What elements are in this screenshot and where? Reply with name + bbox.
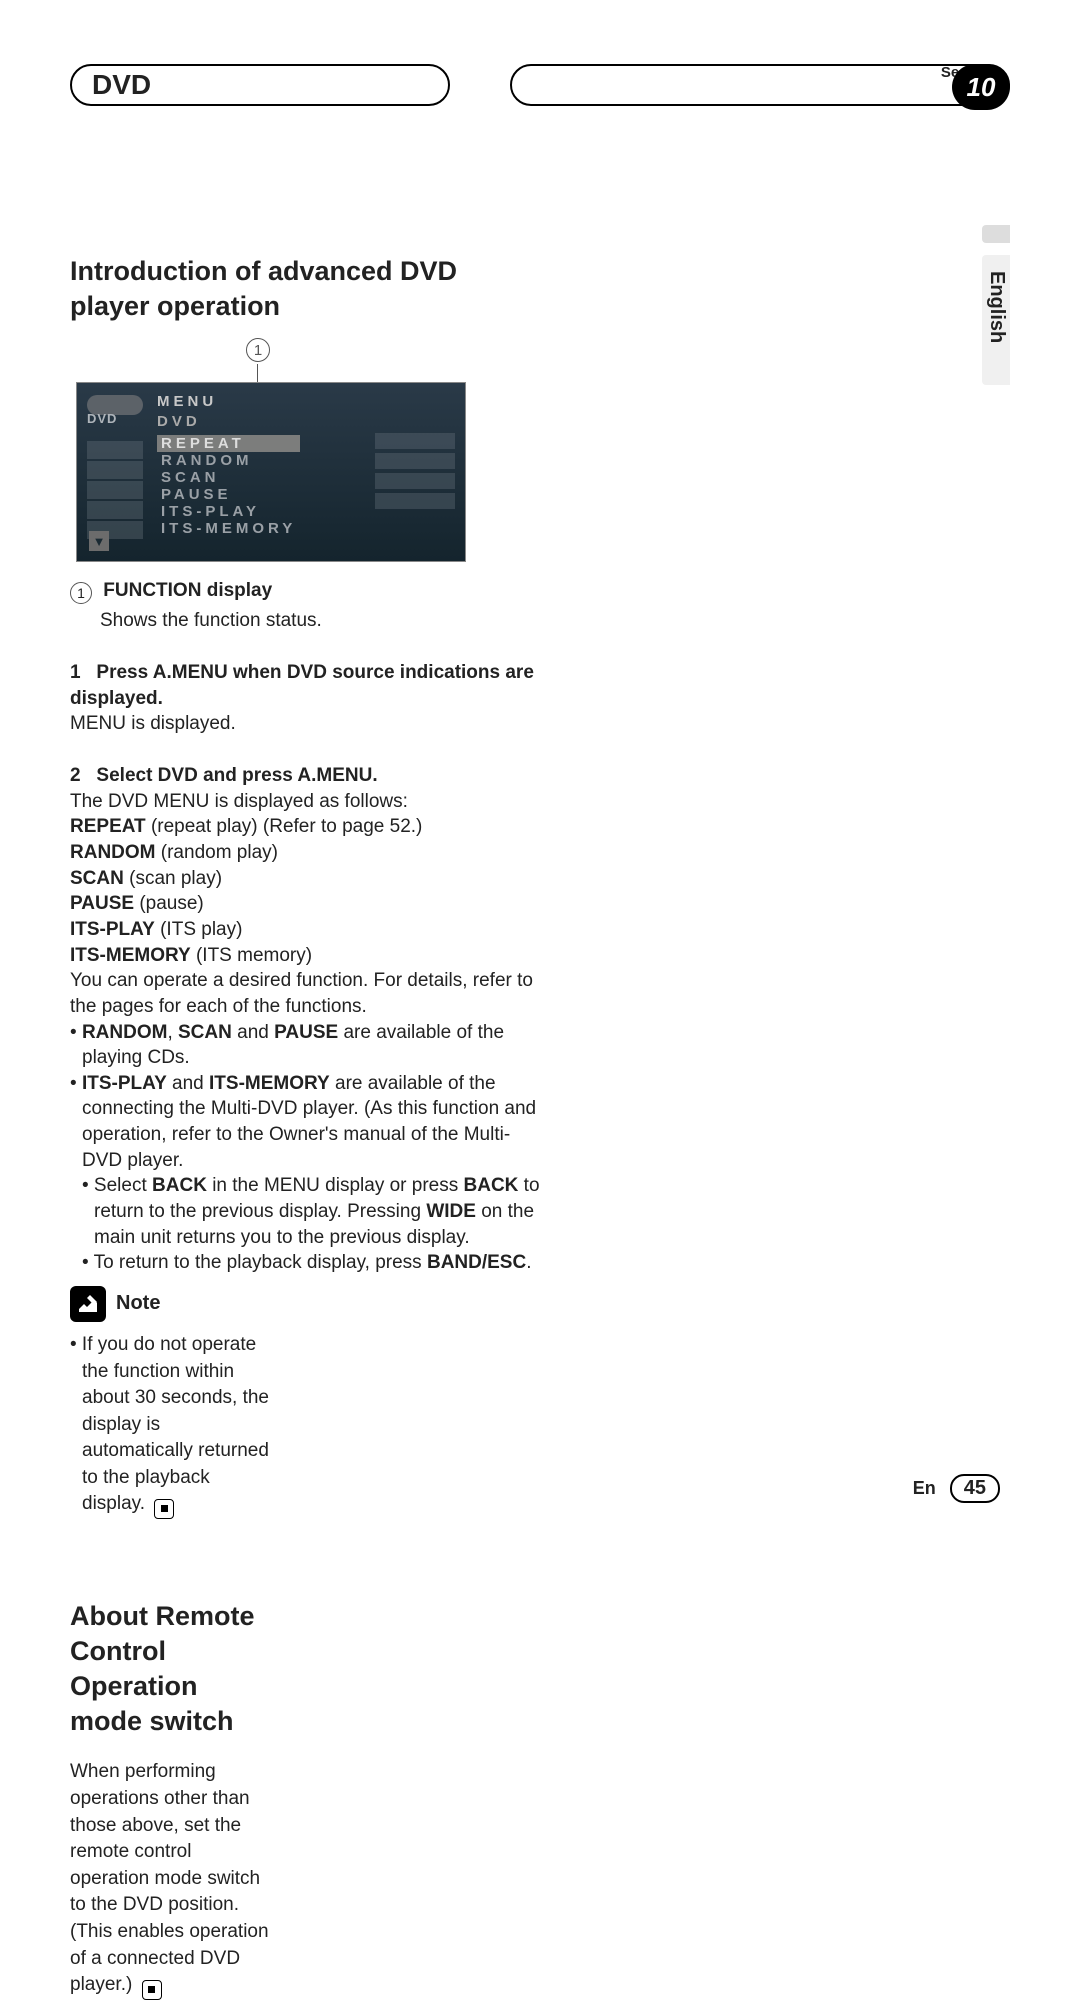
step2-text: Select DVD and press A.MENU. [96, 765, 377, 786]
remote-control-title: About Remote Control Operation mode swit… [70, 1599, 269, 1739]
function-display-figure: 1 DVD MENU DVD REPEAT RANDOM SCAN PAUSE … [76, 346, 466, 546]
step2-heading: 2 Select DVD and press A.MENU. [70, 763, 540, 789]
left-column: Introduction of advanced DVD player oper… [70, 254, 540, 2000]
remote-control-body: When performing operations other than th… [70, 1759, 269, 1999]
bg-grid [87, 441, 143, 541]
def-term: ITS-PLAY [70, 919, 155, 940]
top-bar: Section DVD 10 [70, 64, 1010, 134]
screen-menu-list: REPEAT RANDOM SCAN PAUSE ITS-PLAY ITS-ME… [157, 435, 300, 537]
step2-result: The DVD MENU is displayed as follows: [70, 789, 540, 815]
right-column: Note • If you do not operate the functio… [70, 1286, 305, 2000]
section-number: 10 [952, 64, 1010, 110]
step1-text: Press A.MENU when DVD source indications… [70, 662, 534, 709]
menu-definitions: REPEAT (repeat play) (Refer to page 52.)… [70, 814, 540, 968]
step1-result: MENU is displayed. [70, 711, 540, 737]
screen-menu-item: REPEAT [157, 435, 300, 452]
function-display-label: 1 FUNCTION display [70, 580, 540, 604]
screen-menu-item: SCAN [157, 469, 300, 486]
note-header: Note [70, 1286, 269, 1322]
note-body: • If you do not operate the function wit… [70, 1332, 269, 1519]
operate-paragraph: You can operate a desired function. For … [70, 968, 540, 1019]
bullet-1: • RANDOM, SCAN and PAUSE are available o… [70, 1020, 540, 1071]
screen-menu-item: RANDOM [157, 452, 300, 469]
def-desc: (repeat play) (Refer to page 52.) [146, 816, 423, 837]
def-desc: (scan play) [124, 868, 222, 889]
screen-menu-item: ITS-MEMORY [157, 520, 300, 537]
bg-bars [375, 433, 455, 533]
callout-number: 1 [246, 338, 270, 362]
bullet-4: • To return to the playback display, pre… [82, 1250, 540, 1276]
down-arrow-icon: ▼ [89, 531, 109, 551]
def-term: PAUSE [70, 893, 134, 914]
section-number-pill: 10 [510, 64, 1010, 106]
note-icon [70, 1286, 106, 1322]
chapter-title-pill: DVD [70, 64, 450, 106]
def-desc: (pause) [134, 893, 204, 914]
language-label: English [982, 255, 1011, 359]
screen-submenu-label: DVD [157, 413, 201, 430]
screen-menu-item: PAUSE [157, 486, 300, 503]
step2-number: 2 [70, 765, 81, 786]
def-term: SCAN [70, 868, 124, 889]
page-number: 45 [950, 1474, 1000, 1503]
def-desc: (ITS play) [155, 919, 243, 940]
def-term: ITS-MEMORY [70, 945, 191, 966]
bullet-3: • Select BACK in the MENU display or pre… [82, 1173, 540, 1250]
language-tab-stub [982, 225, 1010, 243]
def-desc: (ITS memory) [191, 945, 312, 966]
screen-graphic: DVD MENU DVD REPEAT RANDOM SCAN PAUSE IT… [76, 382, 466, 562]
callout-ref-number: 1 [70, 582, 92, 604]
function-display-name: FUNCTION display [103, 580, 272, 601]
def-term: REPEAT [70, 816, 146, 837]
bullet-2: • ITS-PLAY and ITS-MEMORY are available … [70, 1071, 540, 1276]
step1-number: 1 [70, 662, 81, 683]
screen-menu-item: ITS-PLAY [157, 503, 300, 520]
header-row: DVD 10 [70, 64, 1010, 106]
def-desc: (random play) [156, 842, 279, 863]
chapter-title: DVD [92, 69, 151, 101]
screen-menu-label: MENU [157, 393, 217, 410]
intro-title: Introduction of advanced DVD player oper… [70, 254, 540, 324]
function-display-desc: Shows the function status. [100, 610, 540, 632]
footer-lang: En [913, 1478, 936, 1499]
stop-icon [154, 1499, 174, 1519]
page-footer: En 45 [913, 1474, 1000, 1503]
stop-icon [142, 1980, 162, 2000]
def-term: RANDOM [70, 842, 156, 863]
note-label: Note [116, 1292, 160, 1315]
step1-heading: 1 Press A.MENU when DVD source indicatio… [70, 660, 540, 711]
disc-label: DVD [87, 411, 117, 426]
language-tab: English [982, 255, 1010, 385]
